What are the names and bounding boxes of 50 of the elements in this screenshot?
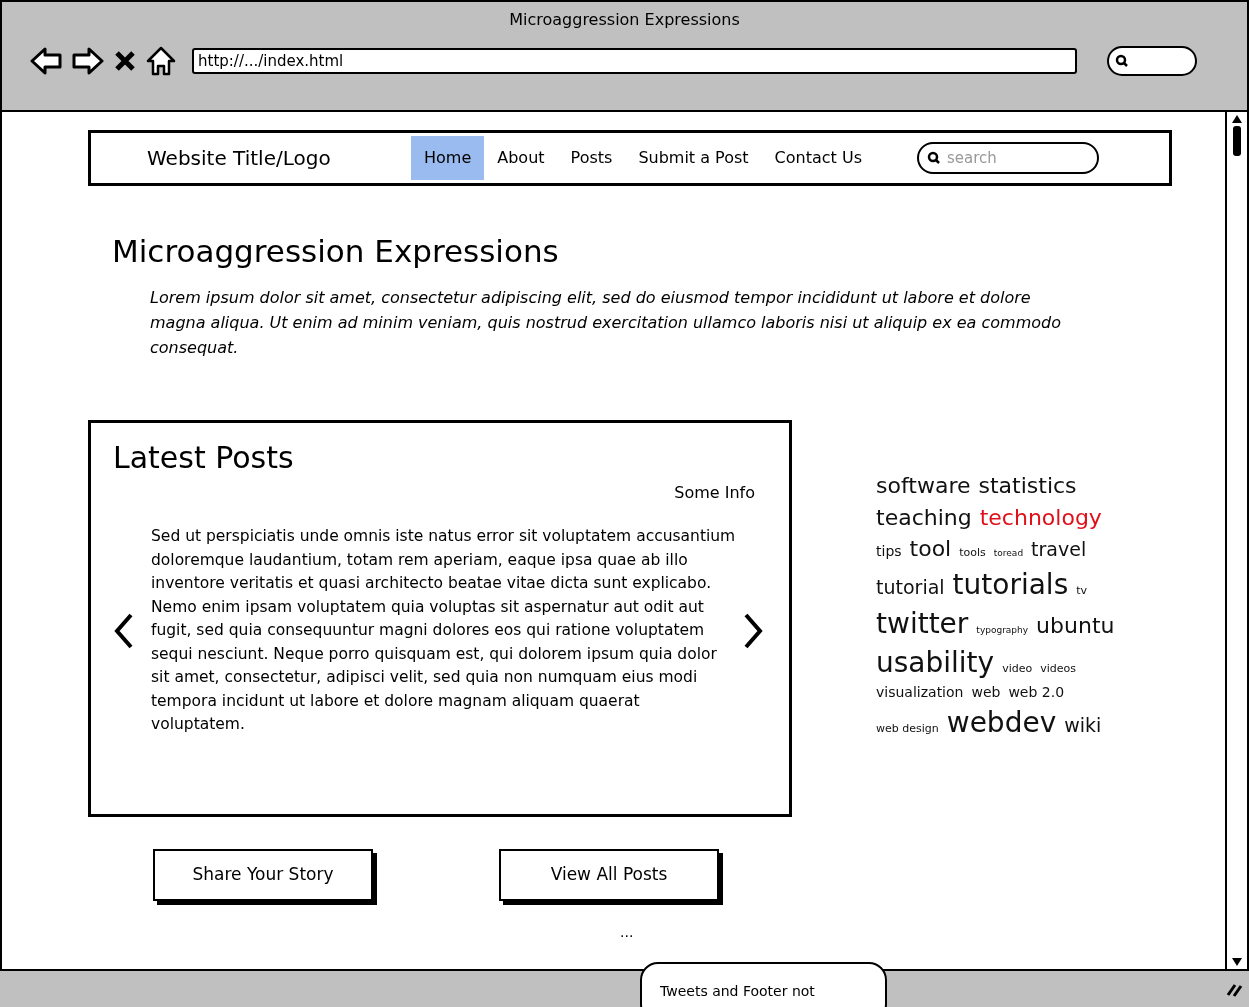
tag-link[interactable]: ubuntu [1036,611,1115,639]
forward-icon[interactable] [72,46,104,76]
tag-link[interactable]: tutorial [876,575,945,600]
chevron-right-icon[interactable] [742,611,764,650]
search-button[interactable] [1107,46,1197,76]
info-label: Some Info [674,482,755,504]
post-text: Sed ut perspiciatis unde omnis iste natus error sit voluptatem accusantium doloremque laudantium, totam rem aperiam, eaque ipsa quae ab illo inventore veritatis et quasi architecto beatae vitae dicta sunt explicabo. Nemo enim ipsam voluptatem quia voluptas sit aspernatur aut odit aut fugit, sed quia consequuntur magni dolores eos qui ratione voluptatem sequi nesciunt. Neque porro quisquam est, qui dolorem ipsum quia dolor sit amet, consectetur, adipisci velit, sed quia non numquam eius modi tempora incidunt ut labore et dolore magnam aliquam quaerat voluptatem. [151,526,736,735]
tag-link[interactable]: videos [1040,661,1076,676]
tag-link[interactable]: web [971,683,1001,701]
nav-link[interactable]: Home [411,136,485,180]
search-field[interactable]: search [917,142,1099,174]
tag-link[interactable]: travel [1031,538,1087,562]
window-title: Microaggression Expressions [508,9,741,28]
address-field[interactable]: http://.../index.html [192,48,1077,74]
chevron-left-icon[interactable] [113,611,135,650]
tag-link[interactable]: tutorials [952,566,1069,602]
tag-link[interactable]: webdev [946,705,1057,740]
tag-link[interactable]: technology [979,503,1102,531]
tag-link[interactable]: tools [959,546,986,560]
search-icon [927,151,941,165]
more-indicator: ... [620,925,635,939]
tag-link[interactable]: wiki [1064,714,1102,738]
nav-link[interactable]: About [484,136,558,180]
page-heading: Microaggression Expressions [112,236,560,267]
tag-link[interactable]: twitter [876,605,969,641]
tag-link[interactable]: typography [976,624,1029,636]
scroll-thumb[interactable] [1233,126,1241,156]
tag-link[interactable]: usability [876,644,995,680]
nav-link[interactable]: Contact Us [761,136,875,180]
tag-link[interactable]: teaching [876,503,972,531]
nav-link[interactable]: Submit a Post [625,136,762,180]
tag-link[interactable]: toread [993,548,1024,560]
intro-paragraph: Lorem ipsum dolor sit amet, consectetur adipiscing elit, sed do eiusmod tempor incididunt ut labore et dolore magna aliqua. Ut enim ad minim veniam, quis nostrud exercitation ullamco laboris nisi ut aliquip ex ea commodo consequat. [150,287,1062,359]
tag-link[interactable]: visualization [876,683,964,701]
panel-title: Latest Posts [113,443,295,473]
tag-link[interactable]: web 2.0 [1008,683,1065,701]
back-icon[interactable] [30,46,62,76]
tag-link[interactable]: tv [1076,583,1088,598]
tag-link[interactable]: web design [876,722,939,736]
site-logo[interactable]: Website Title/Logo [147,143,411,173]
search-icon [1115,54,1129,68]
comment-callout: Tweets and Footer not [640,962,887,1007]
tag-link[interactable]: video [1002,661,1033,676]
nav-link[interactable]: Posts [557,136,626,180]
tag-link[interactable]: software [876,472,971,500]
tag-link[interactable]: tool [909,535,952,563]
tag-link[interactable]: tips [876,543,902,561]
close-icon[interactable] [114,50,136,72]
tag-link[interactable]: statistics [978,472,1077,500]
home-icon[interactable] [146,46,176,76]
